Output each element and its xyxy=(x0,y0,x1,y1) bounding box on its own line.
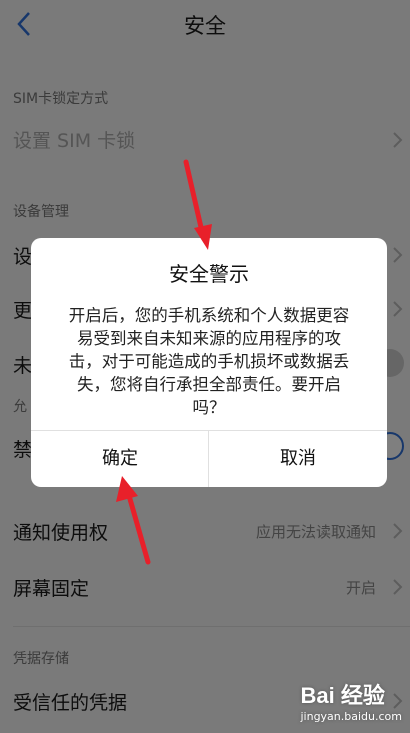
watermark-url: jingyan.baidu.com xyxy=(300,710,402,723)
baidu-jingyan-watermark: Bai 经验 jingyan.baidu.com xyxy=(300,678,402,723)
annotation-arrows xyxy=(116,159,212,565)
watermark-logo: Bai 经验 xyxy=(300,683,385,708)
arrow-up-icon xyxy=(116,476,151,565)
arrow-down-icon xyxy=(183,159,212,250)
